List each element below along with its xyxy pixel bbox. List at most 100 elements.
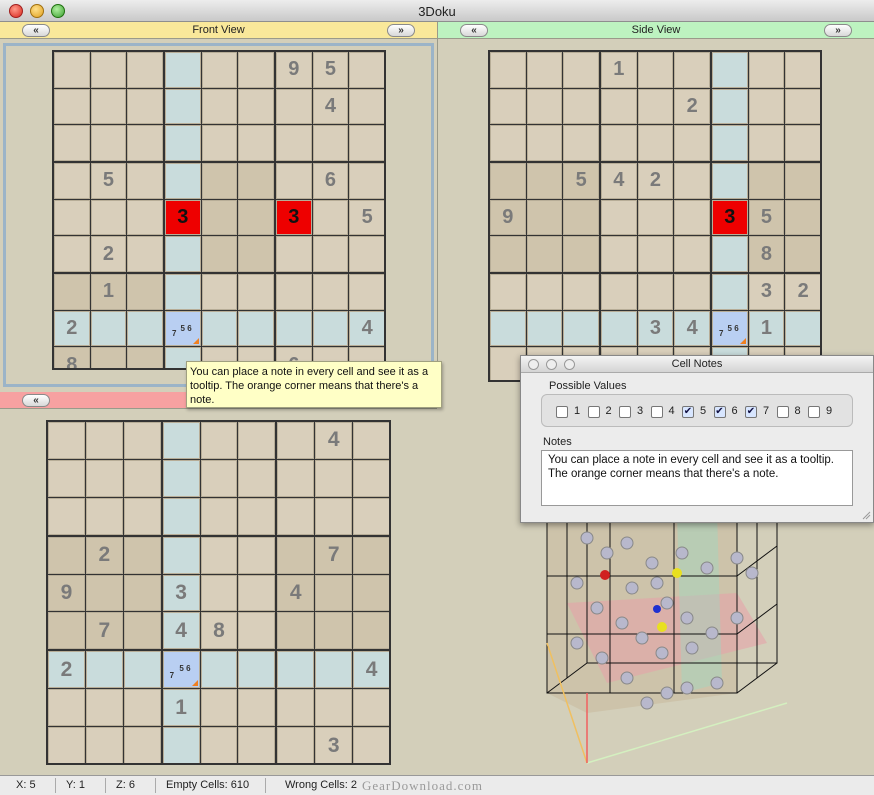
sudoku-cell[interactable] — [712, 88, 748, 125]
sudoku-cell[interactable] — [277, 497, 315, 535]
sudoku-cell[interactable] — [200, 422, 238, 459]
sudoku-cell[interactable] — [123, 727, 161, 763]
value-checkbox-9[interactable] — [808, 406, 820, 418]
sudoku-cell[interactable] — [238, 497, 276, 535]
value-checkbox-7[interactable]: ✔ — [745, 406, 757, 418]
sudoku-cell[interactable] — [90, 125, 127, 161]
sudoku-cell[interactable] — [785, 52, 820, 88]
sudoku-cell[interactable] — [162, 536, 200, 574]
sudoku-cell[interactable] — [54, 199, 90, 236]
sudoku-cell[interactable] — [54, 52, 90, 88]
sudoku-cell[interactable] — [123, 536, 161, 574]
sudoku-cell[interactable] — [238, 125, 274, 161]
sudoku-cell[interactable] — [276, 310, 312, 347]
sudoku-cell[interactable] — [127, 163, 163, 199]
sudoku-cell[interactable]: 2 — [785, 274, 820, 310]
sudoku-cell[interactable] — [200, 689, 238, 727]
sudoku-cell[interactable] — [54, 163, 90, 199]
sudoku-cell[interactable] — [526, 274, 563, 310]
value-checkbox-8[interactable] — [776, 406, 789, 418]
sudoku-cell[interactable] — [712, 125, 748, 161]
sudoku-cell[interactable] — [349, 88, 384, 125]
sudoku-cell[interactable] — [637, 88, 674, 125]
sudoku-cell[interactable] — [127, 236, 163, 272]
sudoku-cell[interactable] — [526, 310, 563, 347]
sudoku-cell[interactable] — [748, 163, 785, 199]
sudoku-cell[interactable] — [748, 52, 785, 88]
sudoku-cell[interactable]: 2 — [54, 310, 90, 347]
sudoku-cell[interactable] — [201, 163, 238, 199]
sudoku-cell[interactable] — [637, 52, 674, 88]
sudoku-cell[interactable] — [127, 125, 163, 161]
sudoku-cell[interactable] — [162, 727, 200, 763]
resize-grip-icon[interactable] — [861, 510, 871, 520]
sudoku-cell[interactable] — [123, 459, 161, 497]
sudoku-cell[interactable] — [349, 125, 384, 161]
sudoku-cell[interactable] — [785, 310, 820, 347]
close-notes-button[interactable] — [528, 359, 539, 370]
sudoku-cell[interactable]: 4 — [277, 574, 315, 612]
minimize-notes-button[interactable] — [546, 359, 557, 370]
sudoku-cell[interactable] — [563, 88, 599, 125]
sudoku-cell[interactable] — [127, 274, 163, 310]
sudoku-cell[interactable] — [674, 274, 710, 310]
sudoku-cell[interactable]: 5 — [312, 52, 349, 88]
sudoku-cell[interactable] — [90, 347, 127, 368]
sudoku-cell[interactable] — [315, 689, 353, 727]
sudoku-cell[interactable] — [238, 88, 274, 125]
sudoku-cell[interactable] — [353, 422, 389, 459]
sudoku-cell[interactable] — [277, 689, 315, 727]
sudoku-cell[interactable] — [48, 459, 85, 497]
sudoku-cell[interactable] — [601, 199, 637, 236]
sudoku-cell[interactable]: 2 — [674, 88, 710, 125]
sudoku-cell[interactable] — [785, 163, 820, 199]
sudoku-cell[interactable] — [123, 422, 161, 459]
sudoku-cell[interactable]: 5 — [90, 163, 127, 199]
sudoku-cell[interactable] — [201, 274, 238, 310]
sudoku-cell[interactable] — [238, 236, 274, 272]
sudoku-cell[interactable] — [490, 310, 526, 347]
sudoku-cell[interactable] — [85, 574, 123, 612]
sudoku-cell[interactable] — [563, 274, 599, 310]
sudoku-cell[interactable] — [674, 125, 710, 161]
value-checkbox-3[interactable] — [619, 406, 631, 418]
sudoku-cell[interactable] — [238, 422, 276, 459]
sudoku-cell[interactable] — [276, 274, 312, 310]
value-checkbox-4[interactable] — [650, 406, 663, 418]
sudoku-cell[interactable] — [349, 236, 384, 272]
sudoku-cell[interactable]: 5 — [349, 199, 384, 236]
sudoku-cell[interactable] — [353, 612, 389, 650]
sudoku-cell[interactable] — [349, 163, 384, 199]
sudoku-cell[interactable] — [162, 459, 200, 497]
sudoku-cell[interactable] — [200, 459, 238, 497]
sudoku-cell[interactable]: 1 — [748, 310, 785, 347]
sudoku-cell[interactable] — [54, 125, 90, 161]
sudoku-cell[interactable] — [85, 459, 123, 497]
sudoku-cell[interactable] — [238, 199, 274, 236]
sudoku-cell[interactable] — [785, 199, 820, 236]
sudoku-cell[interactable] — [526, 125, 563, 161]
sudoku-cell[interactable] — [238, 52, 274, 88]
sudoku-cell[interactable] — [277, 536, 315, 574]
sudoku-cell[interactable] — [201, 125, 238, 161]
sudoku-cell[interactable]: 5 — [748, 199, 785, 236]
sudoku-cell[interactable] — [601, 274, 637, 310]
sudoku-cell[interactable] — [123, 651, 161, 689]
sudoku-cell[interactable] — [48, 422, 85, 459]
sudoku-cell[interactable] — [563, 125, 599, 161]
sudoku-cell[interactable]: 3 — [165, 199, 201, 236]
sudoku-cell[interactable] — [48, 612, 85, 650]
sudoku-cell[interactable] — [315, 612, 353, 650]
sudoku-cell[interactable] — [238, 536, 276, 574]
sudoku-cell[interactable] — [238, 274, 274, 310]
sudoku-cell[interactable] — [315, 459, 353, 497]
sudoku-cell[interactable] — [48, 727, 85, 763]
sudoku-cell[interactable] — [276, 88, 312, 125]
sudoku-cell[interactable] — [90, 310, 127, 347]
front-next-button[interactable]: » — [387, 24, 415, 37]
sudoku-cell[interactable] — [48, 497, 85, 535]
sudoku-cell[interactable]: 2 — [637, 163, 674, 199]
sudoku-cell[interactable] — [563, 236, 599, 272]
sudoku-cell[interactable] — [526, 163, 563, 199]
sudoku-cell[interactable] — [165, 88, 201, 125]
